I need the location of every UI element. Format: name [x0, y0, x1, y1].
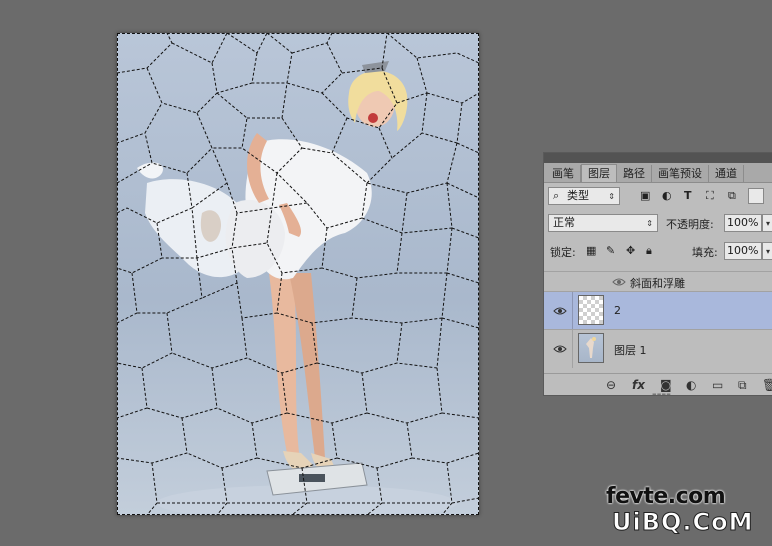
tab-brush[interactable]: 画笔 [546, 165, 581, 182]
visibility-eye-icon[interactable] [612, 277, 626, 287]
resize-grip-icon[interactable]: ▪▪▪▪ [652, 391, 671, 395]
photo-thumbnail-icon [586, 337, 596, 358]
chevron-down-icon: ▾ [766, 247, 771, 256]
layer-name[interactable]: 2 [614, 304, 621, 317]
panel-tabs: 画笔 图层 路径 画笔预设 通道 [544, 163, 772, 183]
tab-layers[interactable]: 图层 [581, 164, 617, 182]
visibility-eye-icon[interactable] [553, 344, 567, 354]
layers-list: 斜面和浮雕 2 图层 1 [544, 271, 772, 373]
chevron-updown-icon: ⇕ [646, 219, 653, 228]
filter-shape-icon[interactable]: ⛶ [706, 189, 714, 203]
filter-pixel-icon[interactable]: ▣ [640, 189, 650, 202]
fx-icon[interactable]: fx [632, 378, 645, 392]
opacity-label: 不透明度: [666, 218, 714, 231]
layer-thumbnail-transparent [578, 295, 604, 325]
add-mask-icon[interactable]: ◙ [660, 378, 672, 392]
tab-brush-presets[interactable]: 画笔预设 [652, 165, 709, 182]
chevron-updown-icon: ⇕ [608, 192, 615, 201]
layer-row-selected[interactable]: 2 [544, 291, 772, 330]
visibility-eye-icon[interactable] [553, 306, 567, 316]
layer-divider [572, 330, 573, 368]
filter-type-icon[interactable]: T [684, 189, 692, 202]
panel-drag-handle[interactable] [544, 153, 772, 163]
layers-panel[interactable]: 画笔 图层 路径 画笔预设 通道 ⌕ 类型 ⇕ ▣ ◐ T ⛶ ⧉ 正常 ⇕ 不… [543, 152, 772, 396]
lock-label: 锁定: [550, 246, 576, 259]
filter-kind-select[interactable]: ⌕ 类型 ⇕ [548, 187, 620, 205]
search-icon: ⌕ [553, 189, 560, 202]
layer-divider [572, 292, 573, 330]
filter-smart-object-icon[interactable]: ⧉ [728, 189, 736, 203]
filter-row: ⌕ 类型 ⇕ ▣ ◐ T ⛶ ⧉ [544, 184, 772, 208]
lock-all-icon[interactable]: 🔒︎ [646, 244, 652, 258]
chevron-down-icon: ▾ [766, 219, 771, 228]
blend-mode-select[interactable]: 正常 ⇕ [548, 214, 658, 232]
new-layer-icon[interactable]: ⧉ [738, 378, 747, 393]
panel-footer: ⊖ fx ◙ ◐ ▭ ⧉ 🗑︎ ▪▪▪▪ [544, 373, 772, 395]
lock-transparency-icon[interactable]: ▦ [586, 244, 596, 257]
watermark-uibq: UiBQ.CoM [612, 508, 754, 537]
layer-row[interactable]: 图层 1 [544, 329, 772, 368]
selection-marquee [117, 33, 479, 515]
tab-paths[interactable]: 路径 [617, 165, 652, 182]
layer-name[interactable]: 图层 1 [614, 342, 647, 358]
layer-thumbnail-photo [578, 333, 604, 363]
blend-row: 正常 ⇕ 不透明度: 100% ▾ [544, 212, 772, 236]
new-group-icon[interactable]: ▭ [712, 378, 723, 392]
fill-dropdown-button[interactable]: ▾ [762, 242, 772, 260]
trash-icon[interactable]: 🗑︎ [762, 378, 772, 392]
layer-effect-name: 斜面和浮雕 [630, 277, 685, 290]
lock-row: 锁定: ▦ ✎ ✥ 🔒︎ 填充: 100% ▾ [544, 240, 772, 264]
fill-label: 填充: [692, 246, 718, 259]
filter-toggle[interactable] [748, 188, 764, 204]
lock-paint-icon[interactable]: ✎ [606, 244, 615, 257]
opacity-dropdown-button[interactable]: ▾ [762, 214, 772, 232]
watermark-fevte: fevte.com [606, 484, 726, 509]
adjustment-layer-icon[interactable]: ◐ [686, 378, 696, 392]
layer-effect-row[interactable]: 斜面和浮雕 [544, 271, 772, 292]
fill-input[interactable]: 100% [724, 242, 762, 260]
opacity-input[interactable]: 100% [724, 214, 762, 232]
tab-channels[interactable]: 通道 [709, 165, 744, 182]
filter-kind-label: 类型 [567, 189, 589, 202]
blend-mode-value: 正常 [553, 216, 575, 229]
document-canvas[interactable] [117, 33, 479, 515]
lock-position-icon[interactable]: ✥ [626, 244, 635, 257]
link-layers-icon[interactable]: ⊖ [606, 378, 616, 392]
filter-adjustment-icon[interactable]: ◐ [662, 189, 672, 202]
